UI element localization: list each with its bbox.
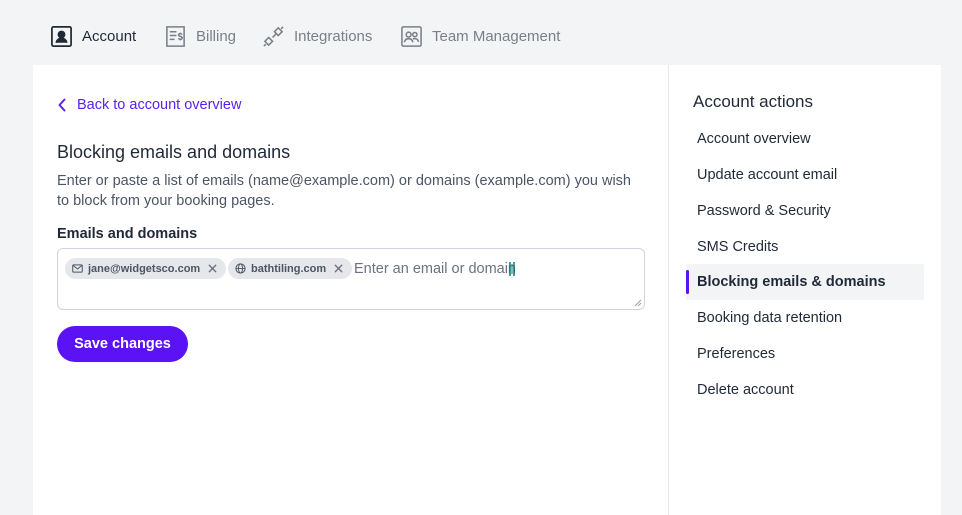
account-actions-panel: Account actions Account overview Update …: [669, 65, 941, 515]
tab-team-management[interactable]: Team Management: [400, 22, 560, 50]
globe-icon: [235, 263, 246, 274]
chip-email-label: jane@widgetsco.com: [88, 262, 201, 275]
tab-integrations[interactable]: Integrations: [262, 22, 372, 50]
chip-domain: bathtiling.com: [228, 258, 353, 279]
page-description: Enter or paste a list of emails (name@ex…: [57, 173, 631, 209]
chip-domain-label: bathtiling.com: [251, 262, 327, 275]
remove-chip-icon[interactable]: [207, 263, 218, 274]
page-title: Blocking emails and domains: [57, 142, 291, 162]
side-item-account-overview[interactable]: Account overview: [686, 121, 924, 157]
tab-integrations-label: Integrations: [294, 27, 373, 45]
mail-icon: [72, 264, 83, 273]
side-item-update-account-email[interactable]: Update account email: [686, 157, 924, 193]
chevron-left-icon: [58, 98, 66, 112]
side-item-sms-credits[interactable]: SMS Credits: [686, 229, 924, 265]
text-cursor-icon: [509, 262, 515, 276]
back-link[interactable]: Back to account overview: [57, 97, 241, 113]
settings-tabs: Account Billing Integrations Team Manage…: [0, 0, 962, 66]
chip-email: jane@widgetsco.com: [65, 258, 227, 279]
remove-chip-icon[interactable]: [333, 263, 344, 274]
back-link-label: Back to account overview: [77, 97, 242, 113]
side-item-password-security[interactable]: Password & Security: [686, 193, 924, 229]
tab-account-label: Account: [82, 27, 137, 45]
integrations-icon: [262, 25, 285, 48]
account-icon: [50, 25, 73, 48]
team-icon: [400, 25, 423, 48]
side-item-booking-data-retention[interactable]: Booking data retention: [686, 300, 924, 336]
tab-team-management-label: Team Management: [432, 27, 561, 45]
tab-account[interactable]: Account: [50, 22, 136, 50]
emails-domains-field[interactable]: jane@widgetsco.com bathtiling.com: [57, 248, 645, 310]
resize-handle-icon[interactable]: [634, 299, 642, 307]
save-changes-button[interactable]: Save changes: [57, 326, 188, 362]
main-panel: Back to account overview Blocking emails…: [33, 65, 669, 515]
tab-billing-label: Billing: [196, 27, 237, 45]
account-actions-title: Account actions: [693, 92, 814, 111]
field-label: Emails and domains: [57, 226, 198, 242]
tab-billing[interactable]: Billing: [164, 22, 236, 50]
side-item-delete-account[interactable]: Delete account: [686, 372, 924, 408]
email-domain-input[interactable]: [354, 257, 594, 281]
side-item-blocking-emails-domains[interactable]: Blocking emails & domains: [686, 264, 924, 300]
billing-icon: [164, 25, 187, 48]
side-item-preferences[interactable]: Preferences: [686, 336, 924, 372]
